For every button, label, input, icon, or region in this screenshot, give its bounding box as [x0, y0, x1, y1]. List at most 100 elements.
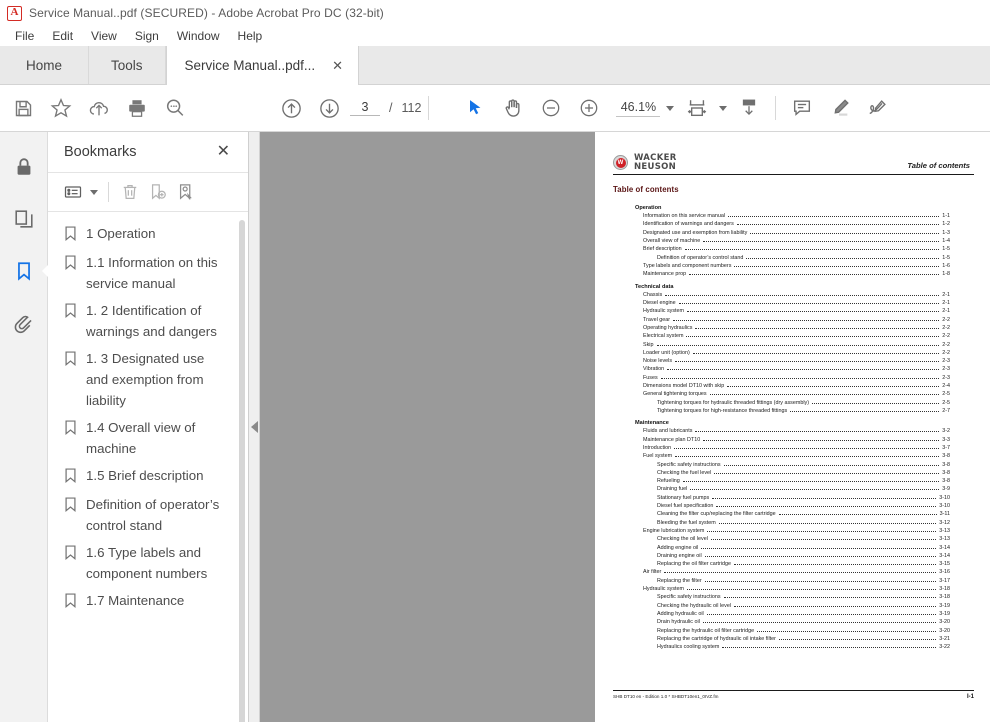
menu-help[interactable]: Help — [229, 27, 272, 46]
bookmarks-scrollbar-thumb[interactable] — [239, 220, 245, 722]
toc-entry[interactable]: Checking the oil level 3-13 — [635, 535, 950, 543]
toc-entry[interactable]: Stationary fuel pumps 3-10 — [635, 494, 950, 502]
toc-entry[interactable]: General tightening torques 2-5 — [635, 390, 950, 398]
toc-entry[interactable]: Adding hydraulic oil 3-19 — [635, 610, 950, 618]
list-item[interactable]: 1. 2 Identification of warnings and dang… — [48, 297, 248, 345]
arrow-down-circle-icon[interactable] — [310, 89, 348, 127]
toc-entry[interactable]: Information on this service manual 1-1 — [635, 212, 950, 220]
page-down-icon[interactable] — [730, 89, 768, 127]
toc-entry[interactable]: Fuses 2-3 — [635, 374, 950, 382]
toc-entry[interactable]: Replacing the cartridge of hydraulic oil… — [635, 635, 950, 643]
draw-signature-icon[interactable] — [859, 89, 897, 127]
attachment-icon[interactable] — [7, 306, 41, 340]
page-number-input[interactable] — [350, 100, 380, 116]
zoom-control[interactable]: 46.1% — [616, 99, 675, 117]
set-destination-icon[interactable] — [173, 177, 199, 207]
toc-entry[interactable]: Specific safety instructions 3-8 — [635, 461, 950, 469]
toc-entry[interactable]: Loader unit (option) 2-2 — [635, 349, 950, 357]
toc-entry[interactable]: Skip 2-2 — [635, 341, 950, 349]
list-item[interactable]: 1.1 Information on this service manual — [48, 249, 248, 297]
toc-entry[interactable]: Electrical system 2-2 — [635, 332, 950, 340]
list-item[interactable]: Definition of operator’s control stand — [48, 491, 248, 539]
toc-entry[interactable]: Travel gear 2-2 — [635, 316, 950, 324]
toc-entry[interactable]: Dimensions model DT10 with skip 2-4 — [635, 382, 950, 390]
toc-entry[interactable]: Specific safety instructions 3-18 — [635, 593, 950, 601]
save-icon[interactable] — [4, 89, 42, 127]
fit-page-caret-icon[interactable] — [716, 89, 730, 127]
toc-entry[interactable]: Bleeding the fuel system 3-12 — [635, 519, 950, 527]
hand-icon[interactable] — [494, 89, 532, 127]
zoom-in-icon[interactable] — [570, 89, 608, 127]
zoom-out-icon[interactable] — [532, 89, 570, 127]
star-icon[interactable] — [42, 89, 80, 127]
toc-entry[interactable]: Cleaning the filter cup/replacing the fi… — [635, 510, 950, 518]
cursor-arrow-icon[interactable] — [456, 89, 494, 127]
toc-entry[interactable]: Checking the fuel level 3-8 — [635, 469, 950, 477]
toc-entry[interactable]: Maintenance plan DT10 3-3 — [635, 436, 950, 444]
highlighter-icon[interactable] — [821, 89, 859, 127]
toc-entry[interactable]: Air filter 3-16 — [635, 568, 950, 576]
toc-entry[interactable]: Hydraulic system 2-1 — [635, 307, 950, 315]
list-item[interactable]: 1.5 Brief description — [48, 462, 248, 491]
menu-sign[interactable]: Sign — [126, 27, 168, 46]
chevron-down-icon[interactable] — [88, 177, 100, 207]
toc-entry[interactable]: Fluids and lubricants 3-2 — [635, 427, 950, 435]
toc-entry[interactable]: Hydraulics cooling system 3-22 — [635, 643, 950, 651]
toc-entry[interactable]: Operating hydraulics 2-2 — [635, 324, 950, 332]
toc-entry[interactable]: Maintenance prop 1-8 — [635, 270, 950, 278]
zoom-level-value[interactable]: 46.1% — [616, 99, 661, 117]
panel-collapse-handle[interactable] — [249, 132, 260, 722]
bookmarks-list[interactable]: 1 Operation 1.1 Information on this serv… — [48, 212, 248, 722]
upload-cloud-icon[interactable] — [80, 89, 118, 127]
tab-document[interactable]: Service Manual..pdf... ✕ — [165, 46, 360, 85]
toc-entry[interactable]: Draining fuel 3-9 — [635, 485, 950, 493]
toc-entry[interactable]: Overall view of machine 1-4 — [635, 237, 950, 245]
comment-icon[interactable] — [783, 89, 821, 127]
toc-entry[interactable]: Designated use and exemption from liabil… — [635, 229, 950, 237]
toc-entry[interactable]: Noise levels 2-3 — [635, 357, 950, 365]
tab-tools[interactable]: Tools — [89, 46, 166, 84]
toc-entry[interactable]: Tightening torques for hydraulic threade… — [635, 399, 950, 407]
toc-entry[interactable]: Refueling 3-8 — [635, 477, 950, 485]
toc-entry[interactable]: Definition of operator’s control stand 1-… — [635, 254, 950, 262]
toc-entry[interactable]: Replacing the oil filter cartridge 3-15 — [635, 560, 950, 568]
arrow-up-circle-icon[interactable] — [272, 89, 310, 127]
toc-entry[interactable]: Introduction 3-7 — [635, 444, 950, 452]
toc-entry[interactable]: Fuel system 3-8 — [635, 452, 950, 460]
search-icon[interactable] — [156, 89, 194, 127]
bookmark-icon[interactable] — [7, 254, 41, 288]
toc-entry[interactable]: Drain hydraulic oil 3-20 — [635, 618, 950, 626]
options-list-icon[interactable] — [60, 177, 86, 207]
list-item[interactable]: 1.4 Overall view of machine — [48, 414, 248, 462]
toc-entry[interactable]: Diesel fuel specification 3-10 — [635, 502, 950, 510]
toc-entry[interactable]: Replacing the hydraulic oil filter cartr… — [635, 627, 950, 635]
fit-page-icon[interactable] — [678, 89, 716, 127]
toc-entry[interactable]: Adding engine oil 3-14 — [635, 544, 950, 552]
document-viewport[interactable]: W WACKER NEUSON Table of contents Table … — [260, 132, 990, 722]
list-item[interactable]: 1 Operation — [48, 220, 248, 249]
toc-entry[interactable]: Hydraulic system 3-18 — [635, 585, 950, 593]
toc-entry[interactable]: Engine lubrication system 3-13 — [635, 527, 950, 535]
menu-view[interactable]: View — [82, 27, 126, 46]
toc-entry[interactable]: Brief description 1-5 — [635, 245, 950, 253]
list-item[interactable]: 1. 3 Designated use and exemption from l… — [48, 345, 248, 414]
list-item[interactable]: 1.7 Maintenance — [48, 587, 248, 616]
delete-bookmark-icon[interactable] — [117, 177, 143, 207]
toc-entry[interactable]: Vibration 2-3 — [635, 365, 950, 373]
list-item[interactable]: 1.6 Type labels and component numbers — [48, 539, 248, 587]
lock-icon[interactable] — [7, 150, 41, 184]
toc-entry[interactable]: Type labels and component numbers 1-6 — [635, 262, 950, 270]
chevron-down-icon[interactable] — [666, 105, 675, 111]
toc-entry[interactable]: Replacing the filter 3-17 — [635, 577, 950, 585]
toc-entry[interactable]: Identification of warnings and dangers 1-… — [635, 220, 950, 228]
pages-icon[interactable] — [7, 202, 41, 236]
tab-home[interactable]: Home — [0, 46, 90, 84]
close-icon[interactable]: ✕ — [213, 142, 234, 162]
menu-window[interactable]: Window — [168, 27, 229, 46]
close-icon[interactable]: ✕ — [329, 57, 346, 74]
toc-entry[interactable]: Draining engine oil 3-14 — [635, 552, 950, 560]
print-icon[interactable] — [118, 89, 156, 127]
new-bookmark-icon[interactable] — [145, 177, 171, 207]
menu-file[interactable]: File — [6, 27, 43, 46]
toc-entry[interactable]: Checking the hydraulic oil level 3-19 — [635, 602, 950, 610]
